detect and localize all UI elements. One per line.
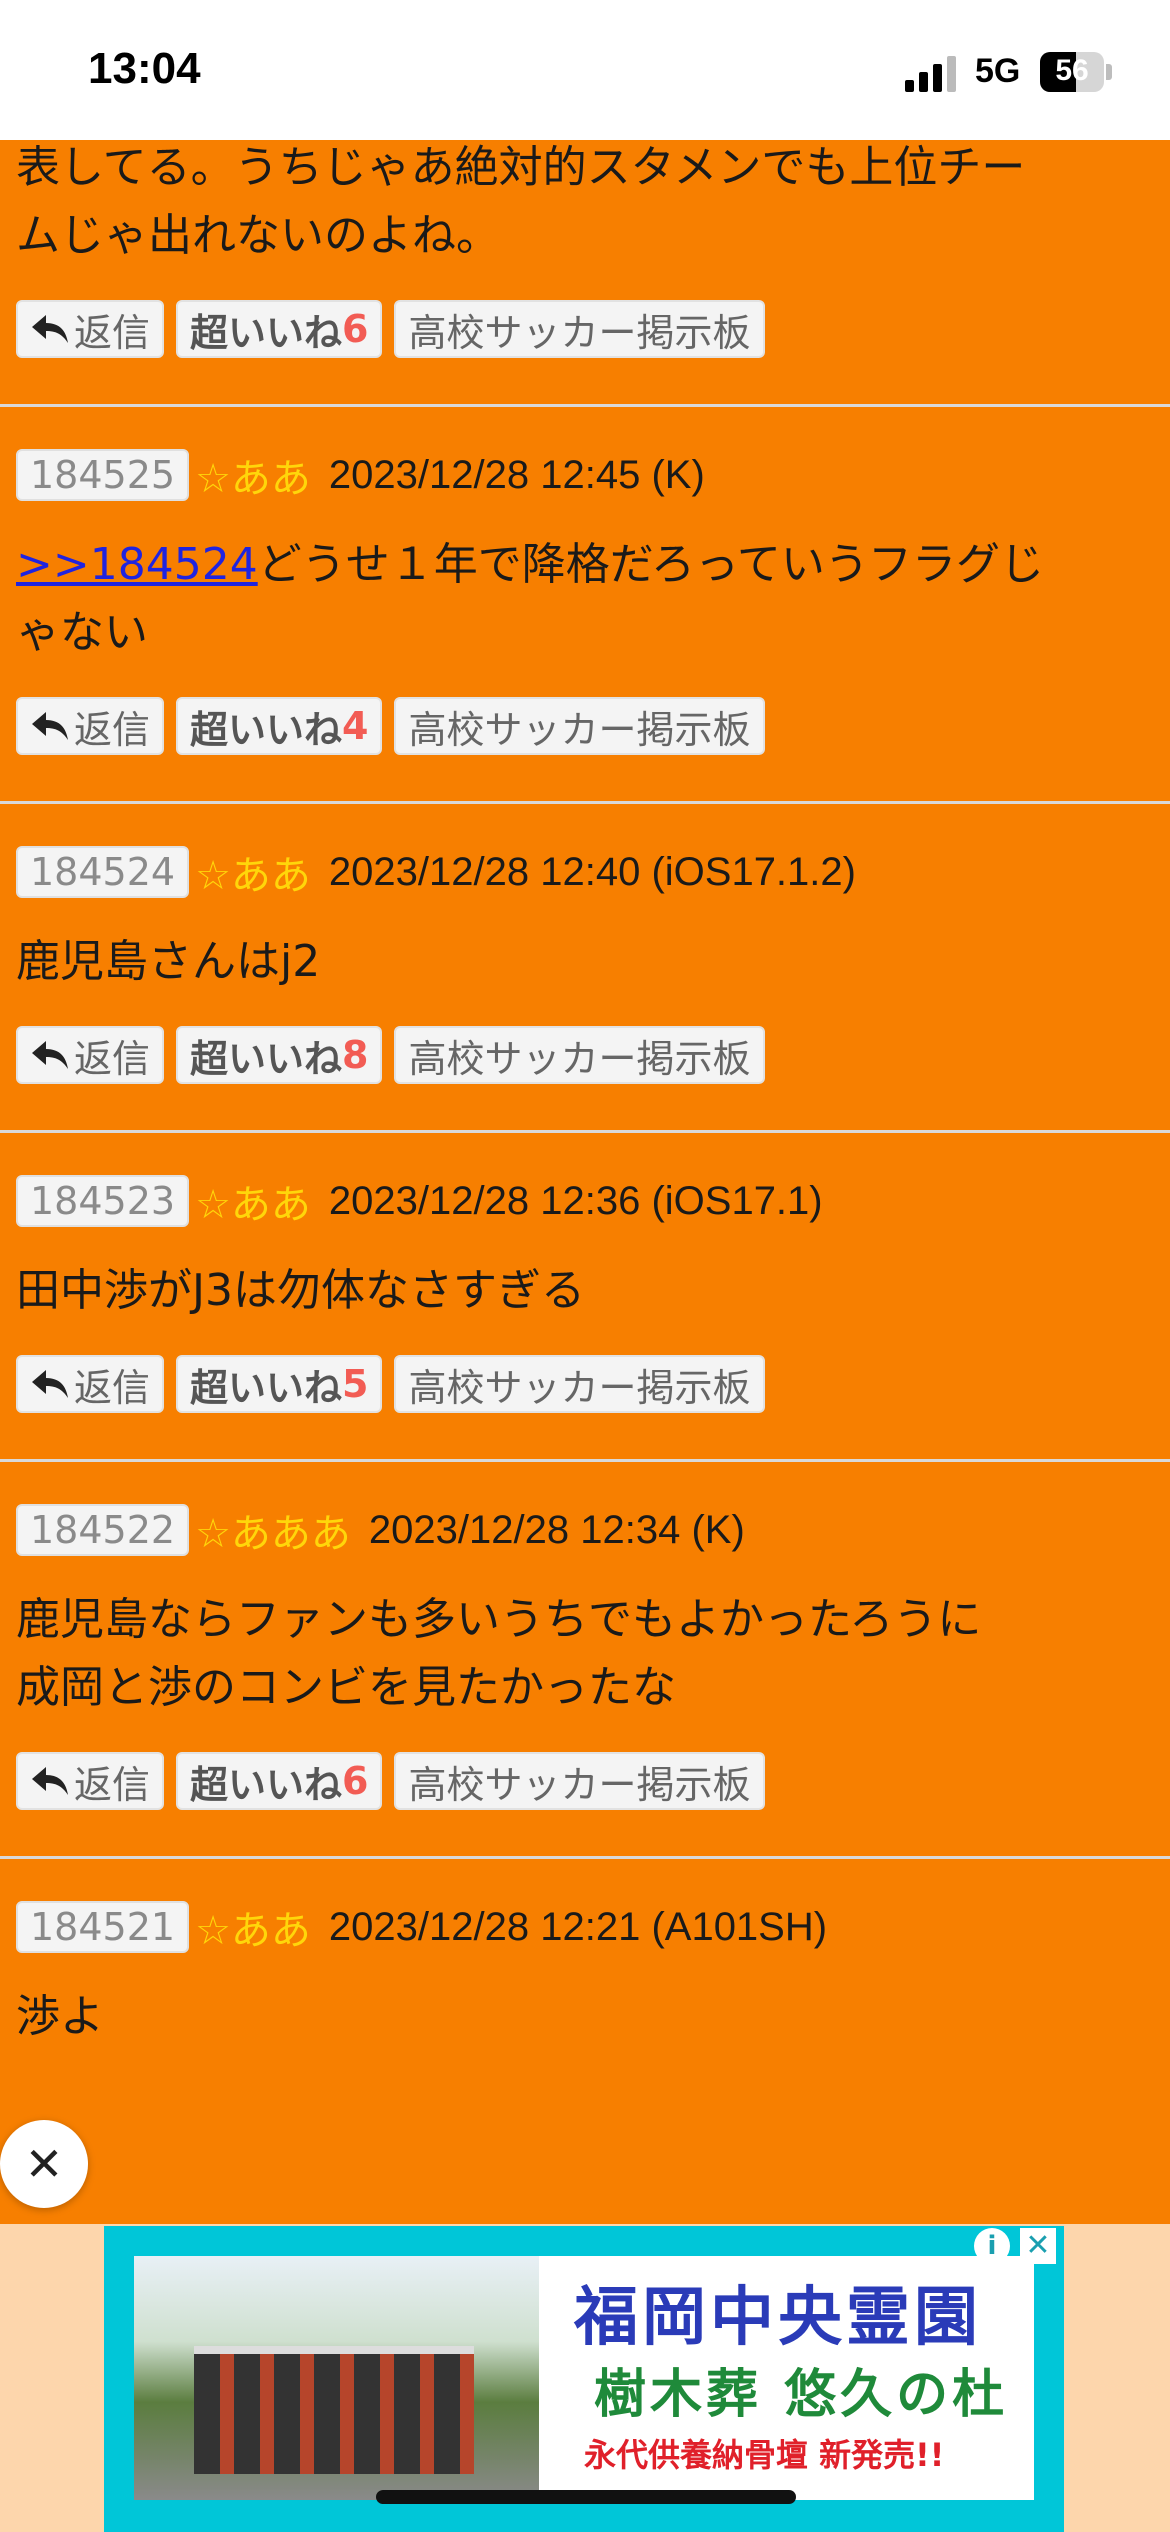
- like-count: 8: [342, 1033, 369, 1077]
- post: 184522 ☆あああ 2023/12/28 12:34 (K) 鹿児島ならファ…: [0, 1462, 1170, 1859]
- post-actions: 返信 超いいね 6 高校サッカー掲示板: [16, 300, 1154, 404]
- board-link[interactable]: 高校サッカー掲示板: [394, 1026, 765, 1084]
- signal-icon: [905, 56, 956, 92]
- like-count: 4: [342, 704, 369, 748]
- ad-title: 福岡中央霊園: [574, 2280, 982, 2355]
- post-date: 2023/12/28 12:34 (K): [368, 1507, 745, 1552]
- post-header: 184524 ☆ああ 2023/12/28 12:40 (iOS17.1.2): [16, 804, 1154, 902]
- home-indicator[interactable]: [376, 2490, 796, 2504]
- reply-button[interactable]: 返信: [16, 300, 165, 358]
- like-label: 超いいね: [190, 310, 343, 355]
- post-body: 鹿児島ならファンも多いうちでもよかったろうに 成岡と渉のコンビを見たかったな: [16, 1586, 1154, 1722]
- post-date: 2023/12/28 12:21 (A101SH): [328, 1904, 828, 1949]
- reply-anchor-link[interactable]: >>184524: [16, 539, 258, 590]
- post-number[interactable]: 184524: [16, 846, 190, 898]
- post-date: 2023/12/28 12:45 (K): [328, 452, 705, 497]
- battery-tip: [1106, 64, 1112, 80]
- post-actions: 返信 超いいね 8 高校サッカー掲示板: [16, 1026, 1154, 1130]
- status-bar: 13:04 5G 56: [0, 0, 1170, 140]
- post-body: 田中渉がJ3は勿体なさすぎる: [16, 1265, 585, 1316]
- post-body-line: 表してる。うちじゃあ絶対的スタメンでも上位チー: [16, 142, 1026, 193]
- post-header: 184525 ☆ああ 2023/12/28 12:45 (K): [16, 407, 1154, 505]
- post-number[interactable]: 184525: [16, 449, 190, 501]
- like-label: 超いいね: [190, 1036, 343, 1081]
- post-date: 2023/12/28 12:36 (iOS17.1): [328, 1178, 823, 1223]
- board-link[interactable]: 高校サッカー掲示板: [394, 697, 765, 755]
- board-link[interactable]: 高校サッカー掲示板: [394, 1752, 765, 1810]
- ad-close-icon[interactable]: ✕: [1020, 2228, 1056, 2264]
- thread: 表してる。うちじゃあ絶対的スタメンでも上位チー ムじゃ出れないのよね。 返信 超…: [0, 140, 1170, 2051]
- like-button[interactable]: 超いいね 8: [176, 1026, 383, 1084]
- network-label: 5G: [975, 52, 1021, 90]
- ad-tagline: 永代供養納骨壇 新発売!!: [584, 2436, 945, 2474]
- reply-label: 返信: [74, 310, 151, 355]
- like-count: 5: [342, 1362, 369, 1406]
- clock: 13:04: [88, 44, 201, 93]
- poster-name: ☆ああ: [195, 1182, 311, 1228]
- post-header: 184523 ☆ああ 2023/12/28 12:36 (iOS17.1): [16, 1133, 1154, 1231]
- post-body: 鹿児島さんはj2: [16, 936, 321, 987]
- reply-arrow-icon: [32, 1370, 68, 1398]
- like-button[interactable]: 超いいね 6: [176, 300, 383, 358]
- reply-button[interactable]: 返信: [16, 1355, 165, 1413]
- ad-photo: [134, 2256, 539, 2500]
- post-number[interactable]: 184522: [16, 1504, 190, 1556]
- poster-name: ☆ああ: [195, 853, 311, 899]
- board-link[interactable]: 高校サッカー掲示板: [394, 1355, 765, 1413]
- post-actions: 返信 超いいね 4 高校サッカー掲示板: [16, 697, 1154, 801]
- board-link[interactable]: 高校サッカー掲示板: [394, 300, 765, 358]
- reply-button[interactable]: 返信: [16, 1026, 165, 1084]
- post-actions: 返信 超いいね 5 高校サッカー掲示板: [16, 1355, 1154, 1459]
- post-body-line: ムじゃ出れないのよね。: [16, 210, 500, 261]
- like-label: 超いいね: [190, 1365, 343, 1410]
- post: 184524 ☆ああ 2023/12/28 12:40 (iOS17.1.2) …: [0, 804, 1170, 1133]
- post-number[interactable]: 184521: [16, 1901, 190, 1953]
- post: 184521 ☆ああ 2023/12/28 12:21 (A101SH) 渉よ: [0, 1859, 1170, 2051]
- reply-label: 返信: [74, 1365, 151, 1410]
- close-icon: ✕: [24, 2137, 64, 2191]
- post-body: >>184524どうせ１年で降格だろっていうフラグじ ゃない: [16, 531, 1154, 667]
- like-count: 6: [342, 307, 369, 351]
- like-button[interactable]: 超いいね 5: [176, 1355, 383, 1413]
- post-header: 184521 ☆ああ 2023/12/28 12:21 (A101SH): [16, 1859, 1154, 1957]
- poster-name: ☆あああ: [195, 1511, 351, 1557]
- post: 184525 ☆ああ 2023/12/28 12:45 (K) >>184524…: [0, 407, 1170, 804]
- post: 184523 ☆ああ 2023/12/28 12:36 (iOS17.1) 田中…: [0, 1133, 1170, 1462]
- poster-name: ☆ああ: [195, 456, 311, 502]
- post-header: 184522 ☆あああ 2023/12/28 12:34 (K): [16, 1462, 1154, 1560]
- battery-icon: 56: [1040, 52, 1104, 92]
- post-date: 2023/12/28 12:40 (iOS17.1.2): [328, 849, 856, 894]
- post-body-line: >>184524どうせ１年で降格だろっていうフラグじ: [16, 531, 1154, 599]
- post-body: 渉よ: [16, 1991, 104, 2042]
- ad-info-icon[interactable]: i: [974, 2228, 1010, 2264]
- post-body-line: 鹿児島ならファンも多いうちでもよかったろうに: [16, 1594, 982, 1645]
- reply-label: 返信: [74, 1762, 151, 1807]
- post-number[interactable]: 184523: [16, 1175, 190, 1227]
- ad-subtitle: 樹木葬 悠久の杜: [594, 2364, 1009, 2425]
- post-body: 表してる。うちじゃあ絶対的スタメンでも上位チー ムじゃ出れないのよね。: [16, 134, 1154, 270]
- reply-label: 返信: [74, 707, 151, 752]
- like-count: 6: [342, 1759, 369, 1803]
- reply-arrow-icon: [32, 1041, 68, 1069]
- poster-name: ☆ああ: [195, 1908, 311, 1954]
- like-label: 超いいね: [190, 707, 343, 752]
- reply-arrow-icon: [32, 1767, 68, 1795]
- ad-banner[interactable]: 福岡中央霊園 樹木葬 悠久の杜 永代供養納骨壇 新発売!! i ✕: [104, 2226, 1064, 2532]
- close-ad-button[interactable]: ✕: [0, 2120, 88, 2208]
- post-actions: 返信 超いいね 6 高校サッカー掲示板: [16, 1752, 1154, 1856]
- reply-label: 返信: [74, 1036, 151, 1081]
- reply-arrow-icon: [32, 712, 68, 740]
- like-label: 超いいね: [190, 1762, 343, 1807]
- reply-arrow-icon: [32, 315, 68, 343]
- post-body-line: 成岡と渉のコンビを見たかったな: [16, 1662, 676, 1713]
- battery-level: 56: [1055, 54, 1089, 87]
- like-button[interactable]: 超いいね 4: [176, 697, 383, 755]
- like-button[interactable]: 超いいね 6: [176, 1752, 383, 1810]
- reply-button[interactable]: 返信: [16, 697, 165, 755]
- ad-building-image: [194, 2346, 474, 2474]
- post-body-line: ゃない: [16, 607, 148, 658]
- post: 表してる。うちじゃあ絶対的スタメンでも上位チー ムじゃ出れないのよね。 返信 超…: [0, 134, 1170, 407]
- reply-button[interactable]: 返信: [16, 1752, 165, 1810]
- post-body-text: どうせ１年で降格だろっていうフラグじ: [257, 539, 1044, 590]
